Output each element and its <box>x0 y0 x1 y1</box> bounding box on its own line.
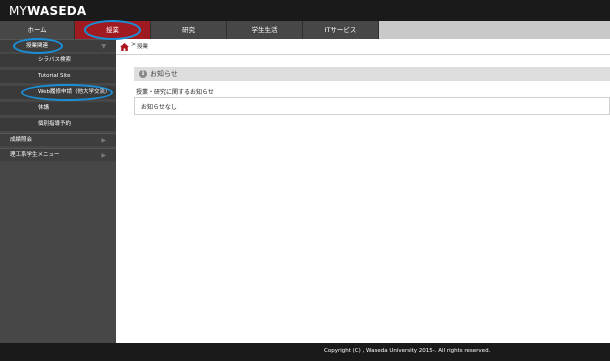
sidebar-item-label: 理工系学生メニュー <box>10 152 60 158</box>
sidebar-item-class-related[interactable]: 授業関連 ▼ <box>0 39 116 52</box>
sidebar-item-label: 休講 <box>38 105 50 111</box>
sidebar-item-label: Web履修申請（他大学交流） <box>38 89 111 95</box>
tab-research[interactable]: 研究 <box>151 21 227 39</box>
info-icon: i <box>139 70 147 78</box>
home-icon[interactable] <box>120 43 129 51</box>
notice-body: お知らせなし <box>141 104 177 111</box>
tab-classes[interactable]: 授業 <box>75 21 151 39</box>
tab-home[interactable]: ホーム <box>0 21 75 39</box>
tab-it-services[interactable]: ITサービス <box>303 21 379 39</box>
sidebar-item-label: 個別指導予約 <box>38 121 72 127</box>
chevron-right-icon: ▶ <box>101 152 106 159</box>
content-panel: i お知らせ 授業・研究に関するお知らせ お知らせなし <box>116 55 610 343</box>
sidebar-item-label: Tutorial Site <box>38 73 71 79</box>
sidebar-item-grades[interactable]: 成績照会 ▶ <box>0 133 116 146</box>
top-bar: MYWASEDA <box>0 0 610 21</box>
sidebar-item-tutorial-site[interactable]: Tutorial Site <box>0 70 116 83</box>
chevron-right-icon: ▶ <box>101 137 106 144</box>
notice-title: お知らせ <box>150 70 178 78</box>
main-nav-tabs: ホーム 授業 研究 学生生活 ITサービス <box>0 21 610 39</box>
sidebar-item-label: 成績照会 <box>10 137 33 143</box>
sidebar-item-label: シラバス検索 <box>38 57 71 63</box>
chevron-down-icon: ▼ <box>101 43 106 50</box>
sidebar-item-cancelled-classes[interactable]: 休講 <box>0 102 116 115</box>
tab-student-life[interactable]: 学生生活 <box>227 21 303 39</box>
notice-box: お知らせなし <box>134 97 610 115</box>
footer: Copyright (C) , Waseda University 2015-.… <box>0 343 610 361</box>
sidebar-item-tutoring-reservation[interactable]: 個別指導予約 <box>0 118 116 131</box>
sidebar-item-web-registration[interactable]: Web履修申請（他大学交流） <box>0 86 116 99</box>
main-content: > 授業 i お知らせ 授業・研究に関するお知らせ お知らせなし <box>116 39 610 343</box>
breadcrumb-separator: > <box>131 41 137 48</box>
notice-subtitle: 授業・研究に関するお知らせ <box>136 89 214 96</box>
sidebar-item-label: 授業関連 <box>26 43 49 49</box>
mywaseda-logo[interactable]: MYWASEDA <box>9 4 86 18</box>
breadcrumb: > 授業 <box>116 39 610 55</box>
sidebar-item-syllabus-search[interactable]: シラバス検索 <box>0 54 116 67</box>
sidebar-item-science-engineering-menu[interactable]: 理工系学生メニュー ▶ <box>0 148 116 161</box>
notice-header: i お知らせ <box>134 67 610 81</box>
sidebar: 授業関連 ▼ シラバス検索 Tutorial Site Web履修申請（他大学交… <box>0 39 116 343</box>
breadcrumb-current: 授業 <box>137 44 149 50</box>
copyright-text: Copyright (C) , Waseda University 2015-.… <box>324 348 491 354</box>
